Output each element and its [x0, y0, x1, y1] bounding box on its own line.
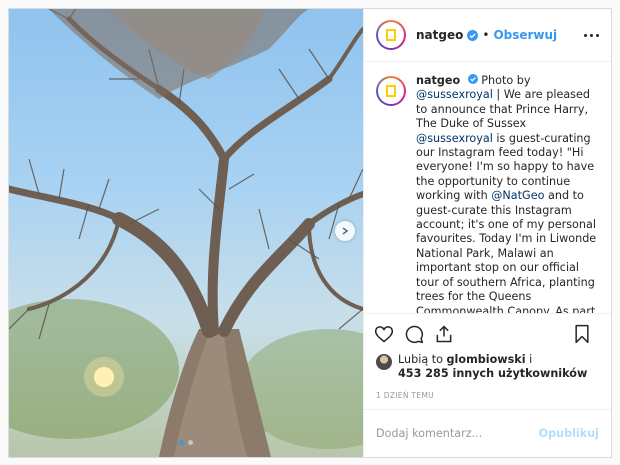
bookmark-icon — [575, 324, 589, 343]
verified-badge-icon — [467, 29, 479, 41]
carousel-indicators — [9, 440, 363, 445]
caption-text: natgeo Photo by @sussexroyal | We are pl… — [416, 74, 599, 313]
caption-mention[interactable]: @sussexroyal — [416, 88, 493, 101]
publish-button[interactable]: Opublikuj — [539, 427, 599, 440]
post-username[interactable]: natgeo — [416, 28, 463, 42]
verified-badge-icon — [467, 74, 478, 84]
heart-icon — [374, 325, 394, 342]
natgeo-logo-icon — [386, 29, 396, 41]
caption-username[interactable]: natgeo — [416, 74, 460, 87]
share-button[interactable] — [434, 324, 454, 344]
comment-button[interactable] — [404, 324, 424, 344]
caption-mention[interactable]: @sussexroyal — [416, 132, 493, 145]
liker-username[interactable]: glombiowski — [447, 353, 526, 366]
caption-avatar[interactable] — [376, 76, 406, 106]
instagram-post: natgeo • Obserwuj natgeo Photo by @susse… — [8, 8, 612, 458]
natgeo-logo-icon — [386, 85, 396, 97]
comment-input[interactable] — [376, 427, 539, 440]
post-timestamp[interactable]: 1 DZIEŃ TEMU — [364, 385, 611, 409]
likes-count[interactable]: 453 285 innych użytkowników — [398, 367, 587, 380]
caption-area: natgeo Photo by @sussexroyal | We are pl… — [364, 62, 611, 313]
share-icon — [436, 324, 452, 342]
profile-avatar[interactable] — [376, 20, 406, 50]
liker-avatar[interactable] — [376, 354, 392, 370]
caption-body: Photo by @sussexroyal | We are pleased t… — [416, 74, 597, 313]
carousel-dot — [188, 440, 193, 445]
follow-button[interactable]: Obserwuj — [493, 28, 557, 42]
chevron-right-icon — [342, 227, 349, 235]
save-button[interactable] — [573, 324, 591, 344]
action-bar — [364, 313, 611, 353]
comment-icon — [405, 325, 424, 343]
more-options-icon[interactable] — [584, 33, 599, 37]
carousel-dot-active — [179, 440, 184, 445]
like-button[interactable] — [374, 324, 394, 344]
next-slide-button[interactable] — [335, 221, 355, 241]
post-header: natgeo • Obserwuj — [364, 9, 611, 62]
caption-mention[interactable]: @NatGeo — [491, 189, 544, 202]
baobab-tree-image — [9, 9, 363, 457]
separator-dot: • — [482, 28, 490, 42]
comment-bar: Opublikuj — [364, 409, 611, 457]
post-side-panel: natgeo • Obserwuj natgeo Photo by @susse… — [363, 9, 611, 457]
post-photo[interactable] — [9, 9, 363, 457]
likes-text: Lubią to glombiowski i 453 285 innych uż… — [398, 353, 588, 380]
likes-summary: Lubią to glombiowski i 453 285 innych uż… — [364, 353, 611, 385]
